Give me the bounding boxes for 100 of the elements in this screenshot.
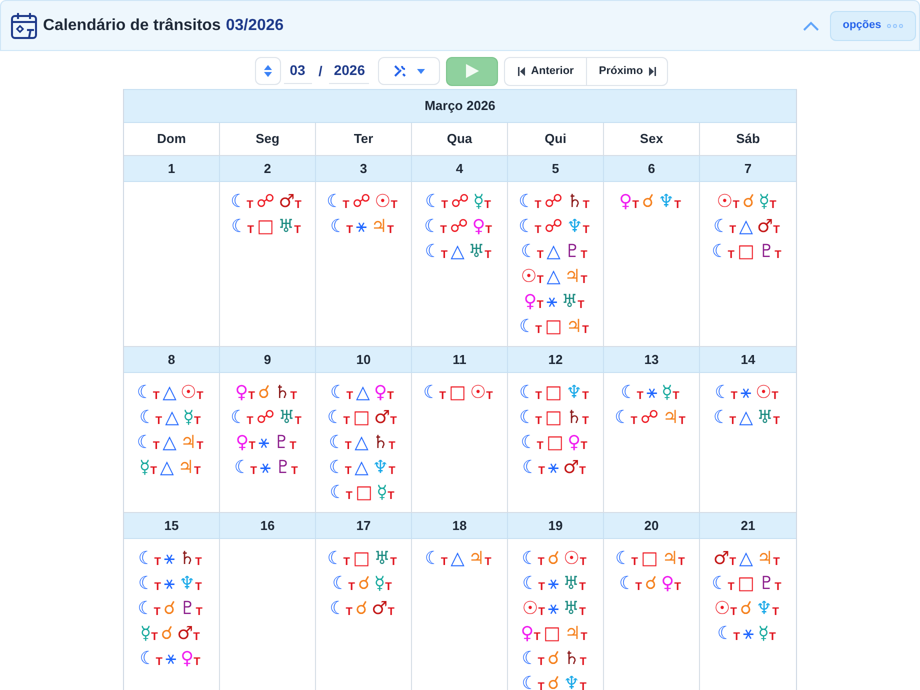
transit-mark: T [580, 250, 588, 261]
planet-symbol: ☾ [522, 548, 538, 570]
planet-symbol: ♄ [372, 432, 389, 454]
transit-mark: T [579, 607, 586, 618]
aspect-symbol: □ [352, 548, 370, 570]
planet-symbol: ♆ [566, 216, 583, 238]
planet-symbol: ☾ [136, 432, 153, 454]
planet-symbol: ☾ [620, 382, 637, 404]
planet-symbol: ♀ [235, 382, 248, 404]
planet-symbol: ☾ [230, 191, 247, 213]
transit-mark: T [580, 657, 586, 668]
play-button[interactable] [446, 56, 498, 86]
planet-symbol: ☾ [328, 432, 345, 454]
transit-mark: T [196, 391, 204, 402]
previous-button[interactable]: Anterior [505, 58, 588, 84]
aspect-symbol: ☍ [450, 216, 468, 238]
aspect-symbol: ☌ [358, 573, 370, 595]
options-button[interactable]: opções [830, 10, 916, 40]
skip-back-icon [518, 66, 526, 76]
date-number: 4 [412, 156, 508, 182]
planet-symbol: ☾ [138, 548, 154, 570]
tools-dropdown[interactable] [378, 57, 440, 85]
next-button[interactable]: Próximo [587, 58, 668, 84]
planet-symbol: ☾ [519, 407, 536, 429]
planet-symbol: ☾ [615, 548, 632, 570]
planet-symbol: ☾ [138, 573, 154, 595]
planet-symbol: ☾ [714, 382, 731, 404]
transit-mark: T [248, 441, 256, 452]
planet-symbol: ♅ [278, 216, 294, 238]
transit-mark: T [773, 416, 780, 427]
aspect-symbol: ☍ [352, 191, 371, 213]
planet-symbol: ♄ [566, 407, 582, 429]
aspect-symbol: ☍ [544, 191, 563, 213]
transit-mark: T [385, 582, 392, 593]
planet-symbol: ☾ [327, 407, 344, 429]
aspect-symbol: □ [356, 482, 373, 504]
planet-symbol: ♇ [274, 432, 290, 454]
transit-mark: T [730, 391, 738, 402]
skip-forward-icon [648, 66, 656, 76]
transit-mark: T [631, 557, 638, 568]
aspect-symbol: △ [546, 241, 560, 263]
transit-mark: T [294, 225, 301, 236]
transit-mark: T [729, 557, 736, 568]
planet-symbol: ☾ [234, 457, 250, 479]
aspect-symbol: ☍ [256, 191, 275, 213]
planet-symbol: ♄ [564, 648, 580, 670]
month-field[interactable]: 03 [284, 58, 312, 84]
transit-mark: T [346, 607, 352, 618]
transit-mark: T [247, 225, 254, 236]
date-number: 15 [124, 513, 220, 539]
transit-mark: T [151, 632, 158, 643]
transit-mark: T [194, 416, 201, 427]
aspect-symbol: △ [160, 457, 174, 479]
planet-symbol: ♀ [180, 648, 194, 670]
planet-symbol: ☉ [374, 191, 391, 213]
planet-symbol: ☿ [758, 191, 770, 213]
transit-mark: T [346, 391, 354, 402]
date-number: 21 [700, 513, 796, 539]
planet-symbol: ☾ [519, 316, 536, 338]
date-number: 3 [316, 156, 412, 182]
transit-mark: T [344, 441, 352, 452]
transit-mark: T [154, 582, 161, 593]
play-icon [465, 64, 480, 78]
planet-symbol: ☾ [136, 382, 153, 404]
planet-symbol: ♆ [566, 382, 582, 404]
planet-symbol: ☾ [330, 482, 346, 504]
year-field[interactable]: 2026 [329, 58, 370, 84]
aspect-symbol: ☌ [740, 598, 752, 620]
aspect-symbol: □ [546, 432, 564, 454]
planet-symbol: ☾ [330, 598, 346, 620]
planet-symbol: ♂ [563, 457, 580, 479]
transit-mark: T [770, 200, 776, 211]
transit-mark: T [733, 632, 740, 643]
transit-mark: T [346, 491, 353, 502]
transit-mark: T [769, 632, 776, 643]
planet-symbol: ☾ [424, 548, 441, 570]
aspect-symbol: ⚹ [260, 457, 271, 479]
planet-symbol: ♆ [564, 673, 580, 690]
transit-mark: T [535, 325, 542, 336]
transit-mark: T [732, 200, 740, 211]
transit-mark: T [196, 441, 204, 452]
planet-symbol: ☉ [522, 598, 538, 620]
transit-mark: T [534, 200, 542, 211]
planet-symbol: ☉ [180, 382, 197, 404]
date-number: 11 [412, 347, 508, 373]
transit-mark: T [538, 607, 545, 618]
transit-mark: T [730, 607, 737, 618]
chevron-up-icon[interactable] [803, 20, 819, 30]
planet-symbol: ☾ [519, 382, 536, 404]
aspect-symbol: ☌ [547, 548, 560, 570]
spinner-button[interactable] [254, 57, 281, 85]
transit-mark: T [156, 657, 162, 668]
transit-mark: T [538, 557, 544, 568]
transit-mark: T [348, 582, 355, 593]
planet-symbol: ☾ [713, 216, 730, 238]
date-number: 12 [508, 347, 604, 373]
planet-symbol: ♀ [472, 216, 486, 238]
transit-mark: T [344, 466, 352, 477]
aspect-symbol: ☌ [547, 648, 560, 670]
aspect-symbol: ⚹ [743, 623, 754, 645]
